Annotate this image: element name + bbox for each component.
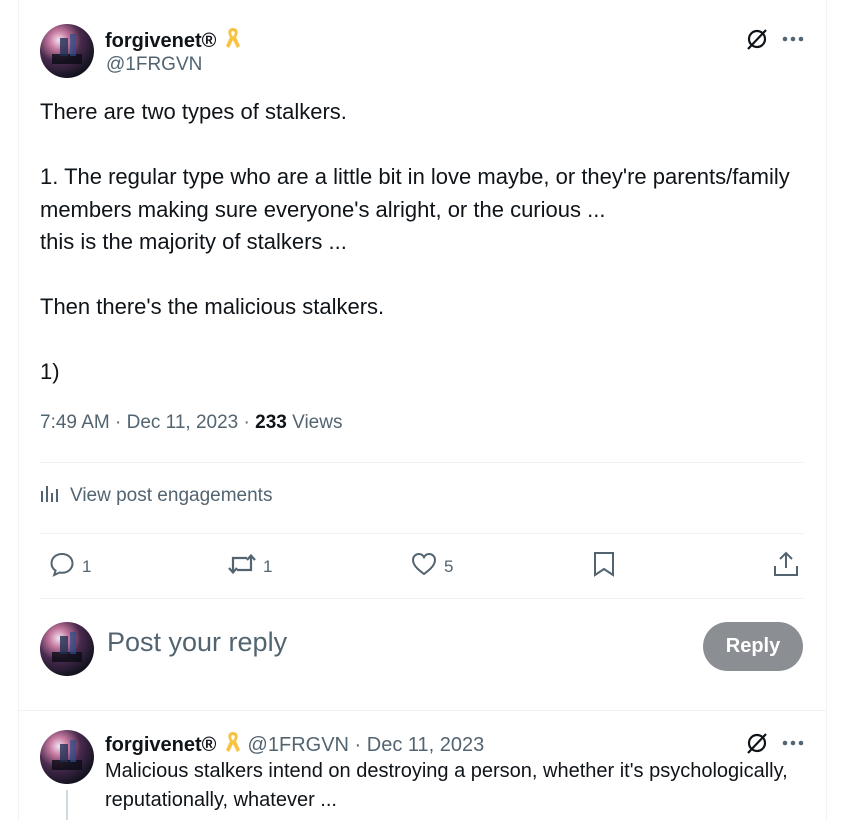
reply-body: Malicious stalkers intend on destroying … [105,760,788,811]
grok-icon[interactable] [744,26,770,52]
heart-icon [410,550,438,583]
post-time[interactable]: 7:49 AM [40,412,110,433]
reply-author-handle[interactable]: @1FRGVN [248,734,349,756]
share-icon [772,550,800,583]
view-engagements-link[interactable]: View post engagements [40,483,272,509]
author-avatar[interactable] [40,24,94,78]
views-count: 233 [255,412,287,433]
comment-icon [48,550,76,583]
divider [40,462,804,463]
reply-action[interactable]: 1 [48,550,91,583]
meta-separator: · [243,412,256,433]
reply-input[interactable]: Post your reply [107,627,287,658]
reply-author-name[interactable]: forgivenet® [105,734,216,756]
divider [40,598,804,599]
post-body: There are two types of stalkers. 1. The … [40,99,790,384]
repost-icon [227,550,257,583]
like-count: 5 [444,556,454,576]
like-action[interactable]: 5 [410,550,453,583]
more-dots-icon[interactable] [780,26,806,52]
thread-line [66,790,68,820]
reply-header: forgivenet® @1FRGVN · Dec 11, 2023 [105,730,484,760]
post-meta: 7:49 AM · Dec 11, 2023 · 233 Views [40,412,342,434]
awareness-ribbon-icon [224,730,242,760]
bookmark-icon [591,550,617,583]
reply-date[interactable]: Dec 11, 2023 [367,734,485,756]
meta-separator: · [115,412,127,433]
user-avatar[interactable] [40,622,94,676]
reply-count: 1 [82,556,92,576]
post-date[interactable]: Dec 11, 2023 [127,412,239,433]
share-action[interactable] [772,550,800,583]
grok-icon[interactable] [744,730,770,756]
views-label: Views [292,412,343,433]
reply-author-avatar[interactable] [40,730,94,784]
bar-chart-icon [40,483,60,509]
more-dots-icon[interactable] [780,730,806,756]
author-handle[interactable]: @1FRGVN [106,54,202,76]
author-name[interactable]: forgivenet® [105,26,242,56]
meta-separator: · [354,734,367,756]
awareness-ribbon-icon [224,26,242,56]
repost-count: 1 [263,556,273,576]
divider [18,710,827,711]
divider [40,533,804,534]
repost-action[interactable]: 1 [227,550,272,583]
bookmark-action[interactable] [591,550,617,583]
engagements-label: View post engagements [70,485,273,506]
reply-button[interactable]: Reply [703,622,803,671]
